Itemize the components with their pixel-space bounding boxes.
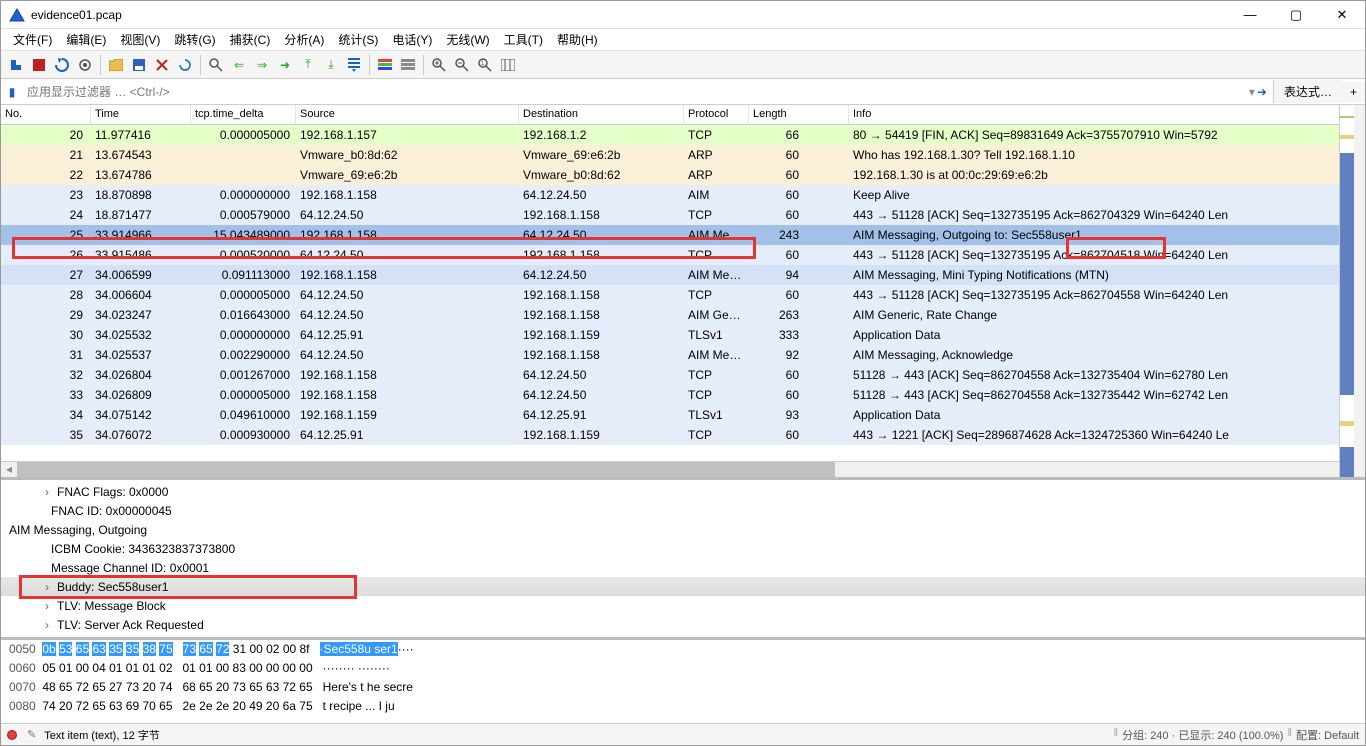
add-filter-button[interactable]: + <box>1342 82 1365 102</box>
menu-tools[interactable]: 工具(T) <box>498 29 549 50</box>
expression-button[interactable]: 表达式… <box>1273 80 1342 103</box>
menu-go[interactable]: 跳转(G) <box>168 29 221 50</box>
table-row[interactable]: 2113.674543Vmware_b0:8d:62Vmware_69:e6:2… <box>1 145 1365 165</box>
goto-icon[interactable]: ➜ <box>274 54 296 76</box>
detail-line[interactable]: TLV: Message Block <box>1 596 1365 615</box>
edit-icon[interactable]: ✎ <box>27 728 36 741</box>
filter-apply-icon[interactable]: ➜ <box>1257 85 1267 99</box>
table-row[interactable]: 2318.8708980.000000000192.168.1.15864.12… <box>1 185 1365 205</box>
stop-capture-icon[interactable] <box>28 54 50 76</box>
menu-view[interactable]: 视图(V) <box>114 29 166 50</box>
table-row[interactable]: 2011.9774160.000005000192.168.1.157192.1… <box>1 125 1365 145</box>
titlebar: evidence01.pcap — ▢ ✕ <box>1 1 1365 29</box>
table-row[interactable]: 2633.9154860.00052000064.12.24.50192.168… <box>1 245 1365 265</box>
intelligent-scrollbar[interactable] <box>1339 105 1365 477</box>
col-length[interactable]: Length <box>749 105 849 124</box>
close-button[interactable]: ✕ <box>1327 7 1357 23</box>
table-row[interactable]: 2834.0066040.00000500064.12.24.50192.168… <box>1 285 1365 305</box>
detail-line[interactable]: Buddy: Sec558user1 <box>1 577 1365 596</box>
table-row[interactable]: 2533.91496615.043489000192.168.1.15864.1… <box>1 225 1365 245</box>
display-filter-input[interactable] <box>23 82 1249 102</box>
detail-line[interactable]: Message Channel ID: 0x0001 <box>1 558 1365 577</box>
maximize-button[interactable]: ▢ <box>1281 7 1311 23</box>
hex-line[interactable]: 0070 48 65 72 65 27 73 20 74 68 65 20 73… <box>9 680 1357 699</box>
statusbar: ✎ Text item (text), 12 字节 ‖ 分组: 240 · 已显… <box>1 723 1365 745</box>
zoom-reset-icon[interactable]: 1 <box>474 54 496 76</box>
go-forward-icon[interactable]: ⇒ <box>251 54 273 76</box>
table-row[interactable]: 3334.0268090.000005000192.168.1.15864.12… <box>1 385 1365 405</box>
table-row[interactable]: 2213.674786Vmware_69:e6:2bVmware_b0:8d:6… <box>1 165 1365 185</box>
detail-line[interactable]: AIM Messaging, Outgoing <box>1 520 1365 539</box>
col-delta[interactable]: tcp.time_delta <box>191 105 296 124</box>
table-row[interactable]: 3134.0255370.00229000064.12.24.50192.168… <box>1 345 1365 365</box>
find-icon[interactable] <box>205 54 227 76</box>
menu-statistics[interactable]: 统计(S) <box>332 29 384 50</box>
window-title: evidence01.pcap <box>31 8 1235 22</box>
menu-file[interactable]: 文件(F) <box>7 29 58 50</box>
menu-wireless[interactable]: 无线(W) <box>440 29 495 50</box>
minimize-button[interactable]: — <box>1235 7 1265 23</box>
col-source[interactable]: Source <box>296 105 519 124</box>
expert-info-icon[interactable] <box>7 730 17 740</box>
packet-list-header[interactable]: No. Time tcp.time_delta Source Destinati… <box>1 105 1365 125</box>
packet-details-pane[interactable]: FNAC Flags: 0x0000FNAC ID: 0x00000045AIM… <box>1 477 1365 637</box>
menu-analyze[interactable]: 分析(A) <box>278 29 330 50</box>
zoom-out-icon[interactable] <box>451 54 473 76</box>
col-time[interactable]: Time <box>91 105 191 124</box>
hex-line[interactable]: 0080 74 20 72 65 63 69 70 65 2e 2e 2e 20… <box>9 699 1357 718</box>
go-last-icon[interactable]: ⤓ <box>320 54 342 76</box>
no-colorize-icon[interactable] <box>397 54 419 76</box>
packet-bytes-pane[interactable]: 0050 0b 53 65 63 35 35 38 75 73 65 72 31… <box>1 637 1365 723</box>
table-row[interactable]: 3234.0268040.001267000192.168.1.15864.12… <box>1 365 1365 385</box>
packet-list-pane: No. Time tcp.time_delta Source Destinati… <box>1 105 1365 477</box>
detail-line[interactable]: FNAC ID: 0x00000045 <box>1 501 1365 520</box>
col-proto[interactable]: Protocol <box>684 105 749 124</box>
open-icon[interactable] <box>105 54 127 76</box>
reload-icon[interactable] <box>174 54 196 76</box>
detail-line[interactable]: TLV: Server Ack Requested <box>1 615 1365 634</box>
packet-list[interactable]: 2011.9774160.000005000192.168.1.157192.1… <box>1 125 1365 461</box>
col-dest[interactable]: Destination <box>519 105 684 124</box>
detail-line[interactable]: FNAC Flags: 0x0000 <box>1 482 1365 501</box>
menubar: 文件(F) 编辑(E) 视图(V) 跳转(G) 捕获(C) 分析(A) 统计(S… <box>1 29 1365 51</box>
table-row[interactable]: 3434.0751420.049610000192.168.1.15964.12… <box>1 405 1365 425</box>
colorize-icon[interactable] <box>374 54 396 76</box>
status-text: Text item (text), 12 字节 <box>44 727 1113 743</box>
capture-options-icon[interactable] <box>74 54 96 76</box>
table-row[interactable]: 2418.8714770.00057900064.12.24.50192.168… <box>1 205 1365 225</box>
filter-bar: ▮ ▾ ➜ 表达式… + <box>1 79 1365 105</box>
start-capture-icon[interactable] <box>5 54 27 76</box>
save-icon[interactable] <box>128 54 150 76</box>
menu-edit[interactable]: 编辑(E) <box>60 29 112 50</box>
toolbar: ⇐ ⇒ ➜ ⤒ ⤓ 1 <box>1 51 1365 79</box>
filter-dropdown-icon[interactable]: ▾ <box>1249 85 1255 99</box>
autoscroll-icon[interactable] <box>343 54 365 76</box>
hex-line[interactable]: 0050 0b 53 65 63 35 35 38 75 73 65 72 31… <box>9 642 1357 661</box>
horizontal-scrollbar[interactable]: ◂ ▸ <box>1 461 1365 477</box>
col-no[interactable]: No. <box>1 105 91 124</box>
table-row[interactable]: 2934.0232470.01664300064.12.24.50192.168… <box>1 305 1365 325</box>
detail-line[interactable]: ICBM Cookie: 3436323837373800 <box>1 539 1365 558</box>
hex-line[interactable]: 0060 05 01 00 04 01 01 01 02 01 01 00 83… <box>9 661 1357 680</box>
app-icon <box>9 7 25 23</box>
table-row[interactable]: 3034.0255320.00000000064.12.25.91192.168… <box>1 325 1365 345</box>
restart-capture-icon[interactable] <box>51 54 73 76</box>
menu-capture[interactable]: 捕获(C) <box>224 29 277 50</box>
col-info[interactable]: Info <box>849 105 1365 124</box>
close-file-icon[interactable] <box>151 54 173 76</box>
zoom-in-icon[interactable] <box>428 54 450 76</box>
profile-name[interactable]: 配置: Default <box>1296 727 1359 743</box>
packet-count: 分组: 240 · 已显示: 240 (100.0%) <box>1122 727 1283 743</box>
table-row[interactable]: 3534.0760720.00093000064.12.25.91192.168… <box>1 425 1365 445</box>
table-row[interactable]: 2734.0065990.091113000192.168.1.15864.12… <box>1 265 1365 285</box>
menu-help[interactable]: 帮助(H) <box>551 29 604 50</box>
go-back-icon[interactable]: ⇐ <box>228 54 250 76</box>
menu-telephony[interactable]: 电话(Y) <box>386 29 438 50</box>
resize-columns-icon[interactable] <box>497 54 519 76</box>
bookmark-icon[interactable]: ▮ <box>1 81 23 103</box>
go-first-icon[interactable]: ⤒ <box>297 54 319 76</box>
